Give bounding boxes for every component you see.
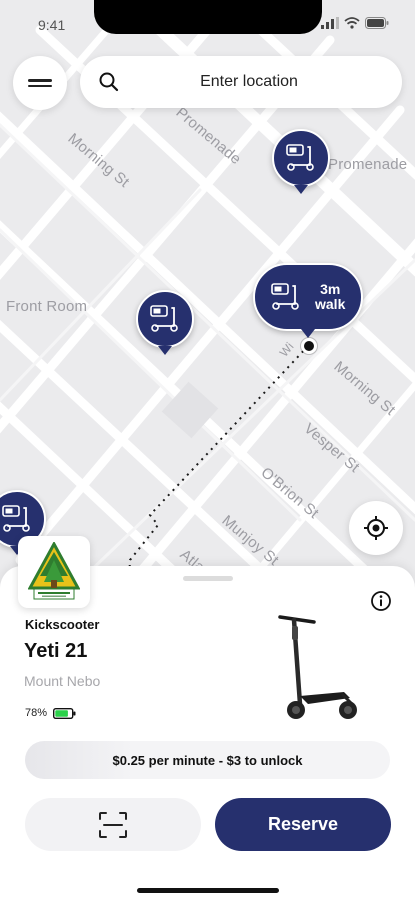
walk-time-value: 3m	[320, 281, 341, 297]
street-label: Promenade	[328, 156, 408, 173]
search-icon	[99, 72, 119, 92]
battery-percent: 78%	[25, 707, 48, 719]
sheet-grabber[interactable]	[183, 576, 233, 581]
vehicle-name: Yeti 21	[24, 640, 88, 662]
operator-logo	[18, 536, 90, 608]
signal-icon	[321, 17, 339, 29]
menu-icon	[28, 76, 52, 90]
home-indicator	[137, 888, 279, 893]
scooter-icon	[150, 305, 178, 332]
scooter-icon	[271, 283, 299, 310]
vehicle-sheet: Kickscooter Yeti 21 Mount Nebo 78% $0.25…	[0, 536, 415, 900]
status-icons	[321, 17, 389, 29]
scooter-pin[interactable]	[272, 129, 330, 194]
scooter-image	[278, 615, 357, 719]
status-bar: 9:41	[0, 0, 415, 50]
scan-icon	[99, 811, 127, 838]
vehicle-type: Kickscooter	[25, 617, 100, 632]
wifi-icon	[344, 17, 360, 29]
app-screen: Morning St Promenade Promenade Front Roo…	[0, 0, 415, 900]
pricing-info: $0.25 per minute - $3 to unlock	[25, 741, 390, 779]
locate-button[interactable]	[349, 501, 403, 555]
scooter-icon	[286, 144, 314, 171]
phone-battery-icon	[365, 17, 389, 29]
selected-scooter-pin[interactable]: 3m walk	[253, 263, 363, 338]
search-bar[interactable]	[80, 56, 402, 108]
menu-button[interactable]	[13, 56, 67, 110]
user-location-dot	[301, 338, 317, 354]
street-label: Front Room	[6, 298, 88, 315]
tree-logo-icon	[28, 542, 80, 600]
walk-time: 3m walk	[315, 282, 345, 312]
vehicle-location: Mount Nebo	[24, 673, 101, 689]
scooter-icon	[2, 505, 30, 532]
device-notch	[94, 0, 322, 34]
search-input[interactable]	[80, 73, 402, 91]
battery-icon	[53, 707, 76, 719]
status-time: 9:41	[38, 17, 66, 33]
scooter-pin[interactable]	[136, 290, 194, 355]
scan-button[interactable]	[25, 798, 201, 851]
walk-time-label: walk	[315, 296, 346, 312]
battery-status: 78%	[25, 707, 76, 719]
locate-icon	[364, 516, 388, 540]
reserve-button[interactable]: Reserve	[215, 798, 391, 851]
info-icon[interactable]	[370, 590, 392, 612]
